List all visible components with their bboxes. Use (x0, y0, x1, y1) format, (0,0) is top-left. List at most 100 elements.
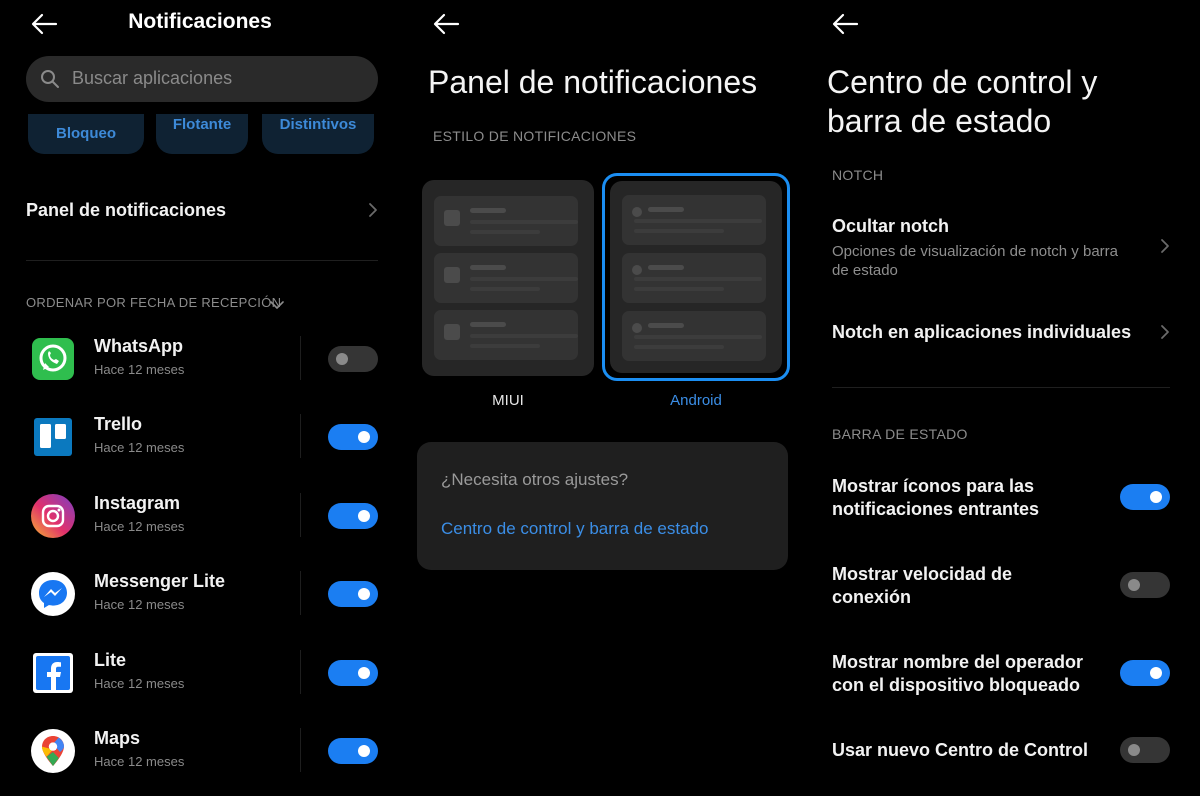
chip-bloqueo[interactable]: Bloqueo (28, 114, 144, 154)
setting-title-line: notificaciones entrantes (832, 499, 1040, 519)
miui-preview (422, 180, 594, 376)
notch-apps-row[interactable]: Notch en aplicaciones individuales (800, 318, 1200, 348)
setting-title: Mostrar íconos para las notificaciones e… (832, 475, 1039, 521)
section-header: ESTILO DE NOTIFICACIONES (433, 128, 637, 144)
page-title-line: barra de estado (827, 103, 1052, 139)
toggle-knob (1150, 667, 1162, 679)
chip-label: Flotante (172, 116, 232, 133)
search-bar[interactable]: Buscar aplicaciones (26, 56, 378, 102)
other-settings-card: ¿Necesita otros ajustes? Centro de contr… (417, 442, 788, 570)
notification-toggle[interactable] (328, 660, 378, 686)
toggle-knob (358, 588, 370, 600)
option-label: Android (670, 392, 722, 409)
app-timestamp: Hace 12 meses (94, 597, 185, 612)
section-header: BARRA DE ESTADO (832, 426, 968, 442)
chip-distintivos[interactable]: Distintivos (262, 114, 374, 154)
sort-selector[interactable]: ORDENAR POR FECHA DE RECEPCIÓN (26, 293, 326, 313)
toggle-knob (336, 353, 348, 365)
style-option-android[interactable]: Android (602, 173, 792, 416)
toggle-knob (358, 510, 370, 522)
messenger-icon (30, 571, 76, 617)
setting-title: Mostrar velocidad de conexión (832, 563, 1012, 609)
page-title: Centro de control y barra de estado (827, 63, 1097, 141)
toggle-knob (1150, 491, 1162, 503)
divider (300, 571, 301, 615)
preview-notification (622, 253, 766, 303)
setting-description: Opciones de visualización de notch y bar… (832, 242, 1118, 280)
instagram-icon (30, 493, 76, 539)
divider (300, 414, 301, 458)
divider (300, 493, 301, 537)
notifications-screen: Notificaciones Buscar aplicaciones Bloqu… (0, 0, 400, 796)
chevron-down-icon (270, 297, 284, 309)
setting-description-line: Opciones de visualización de notch y bar… (832, 243, 1118, 260)
preview-notification (622, 311, 766, 361)
chip-label: Distintivos (279, 116, 357, 133)
divider (26, 260, 378, 261)
setting-toggle[interactable] (1120, 660, 1170, 686)
notification-toggle[interactable] (328, 346, 378, 372)
setting-title-line: Mostrar íconos para las (832, 476, 1035, 496)
back-arrow-icon[interactable] (831, 12, 859, 36)
preview-notification (434, 310, 578, 360)
app-timestamp: Hace 12 meses (94, 362, 185, 377)
preview-notification (434, 196, 578, 246)
app-timestamp: Hace 12 meses (94, 519, 185, 534)
setting-title: Ocultar notch (832, 216, 950, 236)
chip-flotante[interactable]: Flotante (156, 114, 248, 154)
list-item[interactable]: Maps Hace 12 meses (26, 722, 378, 782)
setting-toggle[interactable] (1120, 572, 1170, 598)
style-option-miui[interactable]: MIUI (422, 180, 596, 416)
divider (300, 728, 301, 772)
app-name: WhatsApp (94, 336, 183, 356)
notification-toggle[interactable] (328, 738, 378, 764)
list-item[interactable]: Trello Hace 12 meses (26, 408, 378, 468)
notification-panel-row[interactable]: Panel de notificaciones (0, 188, 400, 232)
notification-toggle[interactable] (328, 581, 378, 607)
setting-toggle[interactable] (1120, 484, 1170, 510)
chip-label: Bloqueo (56, 125, 116, 142)
app-timestamp: Hace 12 meses (94, 440, 185, 455)
preview-notification (622, 195, 766, 245)
other-settings-question: ¿Necesita otros ajustes? (441, 470, 629, 489)
option-label: MIUI (492, 392, 524, 409)
setting-row-connection-speed[interactable]: Mostrar velocidad de conexión (800, 562, 1200, 612)
toggle-knob (1128, 579, 1140, 591)
divider (300, 336, 301, 380)
control-center-screen: Centro de control y barra de estado NOTC… (800, 0, 1200, 796)
setting-row-notification-icons[interactable]: Mostrar íconos para las notificaciones e… (800, 474, 1200, 524)
app-name: Instagram (94, 493, 181, 513)
list-item[interactable]: Lite Hace 12 meses (26, 644, 378, 704)
divider (832, 387, 1170, 388)
hide-notch-row[interactable]: Ocultar notch Opciones de visualización … (800, 212, 1200, 284)
back-arrow-icon[interactable] (432, 12, 460, 36)
control-center-link[interactable]: Centro de control y barra de estado (441, 519, 708, 539)
notification-panel-label: Panel de notificaciones (26, 200, 227, 220)
setting-row-carrier-name[interactable]: Mostrar nombre del operador con el dispo… (800, 650, 1200, 700)
toggle-knob (358, 431, 370, 443)
page-title: Panel de notificaciones (428, 64, 758, 100)
setting-title: Usar nuevo Centro de Control (832, 740, 1089, 760)
search-icon (40, 69, 60, 89)
preview-notification (434, 253, 578, 303)
page-title: Notificaciones (128, 10, 272, 33)
setting-title-line: con el dispositivo bloqueado (832, 675, 1081, 695)
app-name: Lite (94, 650, 127, 670)
app-timestamp: Hace 12 meses (94, 676, 185, 691)
list-item[interactable]: Messenger Lite Hace 12 meses (26, 565, 378, 625)
list-item[interactable]: WhatsApp Hace 12 meses (26, 330, 378, 390)
android-preview (610, 181, 782, 373)
facebook-icon (30, 650, 76, 696)
setting-row-new-control-center[interactable]: Usar nuevo Centro de Control (800, 737, 1200, 768)
setting-toggle[interactable] (1120, 737, 1170, 763)
notification-toggle[interactable] (328, 424, 378, 450)
sort-label: ORDENAR POR FECHA DE RECEPCIÓN (26, 295, 282, 310)
notification-panel-screen: Panel de notificaciones ESTILO DE NOTIFI… (400, 0, 800, 796)
chevron-right-icon (368, 202, 378, 218)
setting-title-line: Mostrar velocidad de (832, 564, 1013, 584)
chevron-right-icon (1160, 324, 1170, 340)
toggle-knob (358, 667, 370, 679)
notification-toggle[interactable] (328, 503, 378, 529)
app-name: Messenger Lite (94, 571, 226, 591)
list-item[interactable]: Instagram Hace 12 meses (26, 487, 378, 547)
